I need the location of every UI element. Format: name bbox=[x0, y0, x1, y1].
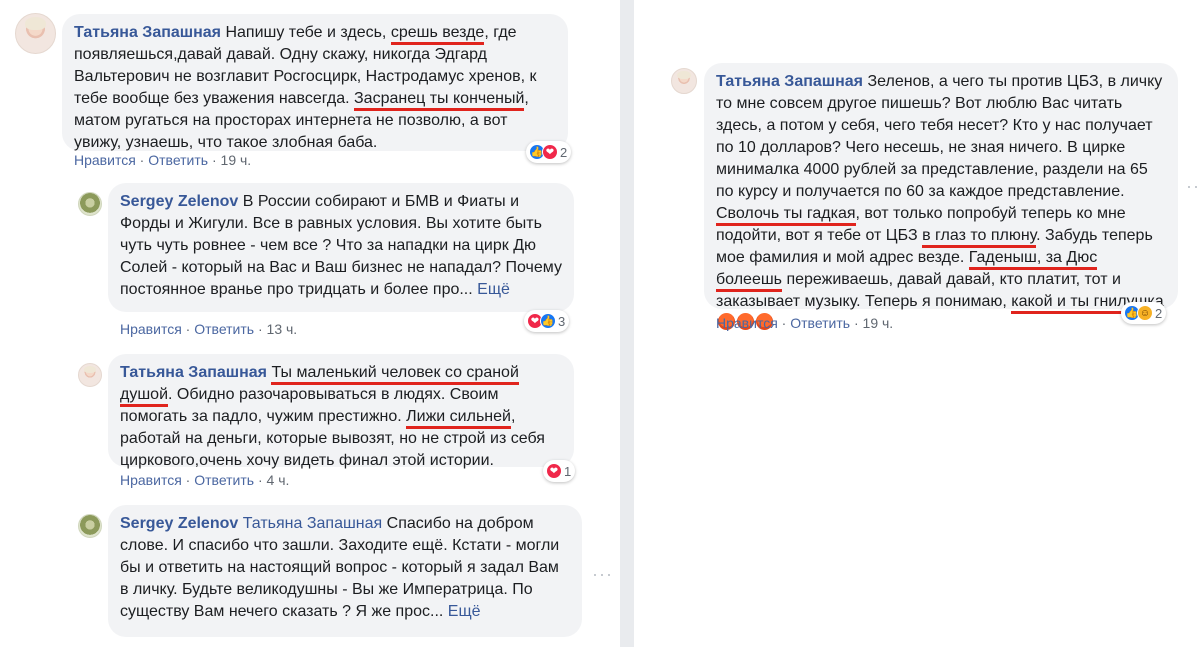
haha-reaction-icon: ☺ bbox=[1137, 305, 1153, 321]
screenshot-divider bbox=[620, 0, 634, 647]
comment-timestamp[interactable]: 19 ч. bbox=[221, 152, 252, 168]
avatar[interactable] bbox=[78, 363, 102, 387]
reaction-summary[interactable]: 👍 ☺ 2 bbox=[1121, 302, 1167, 324]
reply-link[interactable]: Ответить bbox=[790, 315, 850, 331]
underlined-phrase: Сволочь ты гадкая bbox=[716, 205, 856, 226]
comment-bubble: Татьяна Запашная Ты маленький человек со… bbox=[108, 354, 574, 469]
reaction-summary[interactable]: 👍 ❤ 2 bbox=[526, 141, 572, 163]
comment-text: Напишу тебе и здесь, bbox=[221, 24, 391, 41]
underlined-phrase: в глаз то плюну bbox=[922, 227, 1037, 248]
comment-text: Зеленов, а чего ты против ЦБЗ, в личку т… bbox=[716, 73, 1163, 200]
comment-actions: Нравится · Ответить · 19 ч. bbox=[74, 152, 252, 168]
more-options-icon[interactable]: ··· bbox=[1186, 176, 1200, 197]
comment-author[interactable]: Sergey Zelenov bbox=[120, 193, 238, 210]
comment-timestamp[interactable]: 4 ч. bbox=[267, 472, 290, 488]
reaction-summary[interactable]: ❤ 👍 3 bbox=[524, 310, 570, 332]
comment-timestamp[interactable]: 19 ч. bbox=[863, 315, 894, 331]
reply-link[interactable]: Ответить bbox=[148, 152, 208, 168]
comment-bubble: Sergey Zelenov В России собирают и БМВ и… bbox=[108, 183, 574, 312]
comment-actions: Нравится · Ответить · 4 ч. bbox=[120, 472, 290, 488]
like-link[interactable]: Нравится bbox=[74, 152, 136, 168]
reaction-count: 1 bbox=[564, 463, 572, 479]
see-more-link[interactable]: Ещё bbox=[448, 603, 481, 620]
comment-bubble: Татьяна Запашная Напишу тебе и здесь, ср… bbox=[62, 14, 568, 151]
underlined-phrase: срешь везде bbox=[390, 24, 485, 45]
reaction-count: 2 bbox=[560, 144, 568, 160]
more-options-icon[interactable]: ··· bbox=[592, 564, 613, 585]
love-reaction-icon: ❤ bbox=[546, 463, 562, 479]
reply-link[interactable]: Ответить bbox=[194, 472, 254, 488]
comment-author[interactable]: Татьяна Запашная bbox=[74, 24, 221, 41]
like-link[interactable]: Нравится bbox=[120, 321, 182, 337]
like-reaction-icon: 👍 bbox=[540, 313, 556, 329]
love-reaction-icon: ❤ bbox=[542, 144, 558, 160]
reaction-count: 3 bbox=[558, 313, 566, 329]
avatar[interactable] bbox=[78, 192, 102, 216]
reaction-summary[interactable]: ❤ 1 bbox=[543, 460, 576, 482]
like-link[interactable]: Нравится bbox=[120, 472, 182, 488]
avatar[interactable] bbox=[671, 68, 697, 94]
comment-timestamp[interactable]: 13 ч. bbox=[267, 321, 298, 337]
reply-link[interactable]: Ответить bbox=[194, 321, 254, 337]
see-more-link[interactable]: Ещё bbox=[477, 281, 510, 298]
comment-bubble: Татьяна Запашная Зеленов, а чего ты прот… bbox=[704, 63, 1178, 330]
comment-author[interactable]: Sergey Zelenov bbox=[120, 515, 238, 532]
avatar[interactable] bbox=[78, 514, 102, 538]
comment-bubble: Sergey Zelenov Татьяна Запашная Спасибо … bbox=[108, 505, 582, 637]
comment-author[interactable]: Татьяна Запашная bbox=[120, 364, 267, 381]
underlined-phrase: Засранец ты конченый bbox=[354, 90, 525, 111]
comment-actions: Нравится · Ответить · 13 ч. bbox=[120, 321, 298, 337]
avatar[interactable] bbox=[15, 13, 56, 54]
comment-actions: Нравится · Ответить · 19 ч. bbox=[716, 315, 894, 331]
underlined-phrase: Лижи сильней bbox=[406, 408, 511, 429]
comment-author[interactable]: Татьяна Запашная bbox=[716, 73, 863, 90]
like-link[interactable]: Нравится bbox=[716, 315, 778, 331]
mention-link[interactable]: Татьяна Запашная bbox=[238, 515, 382, 532]
reaction-count: 2 bbox=[1155, 305, 1163, 321]
